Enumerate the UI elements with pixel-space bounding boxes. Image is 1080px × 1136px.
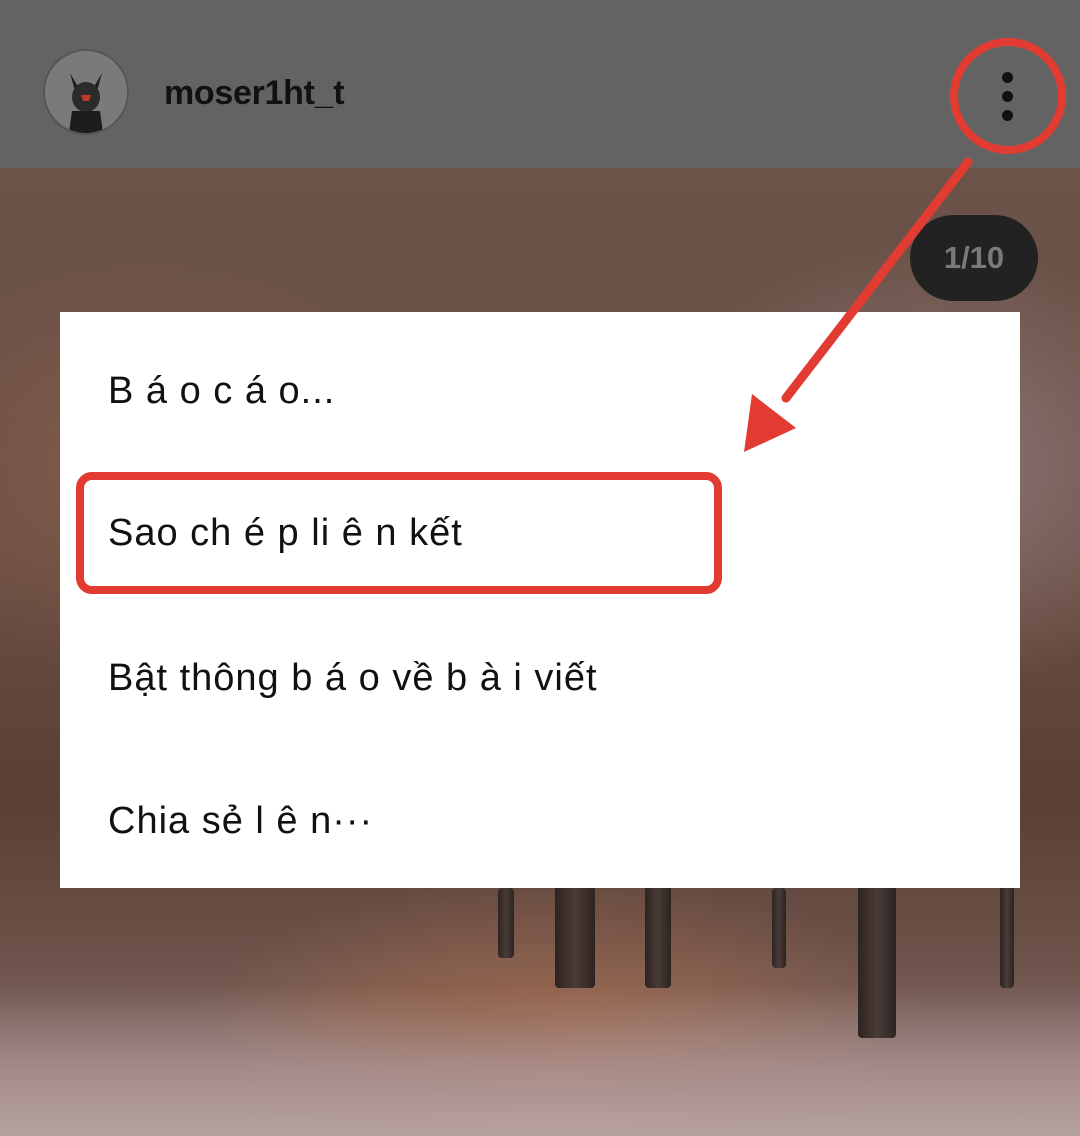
annotation-arrow xyxy=(744,157,973,452)
